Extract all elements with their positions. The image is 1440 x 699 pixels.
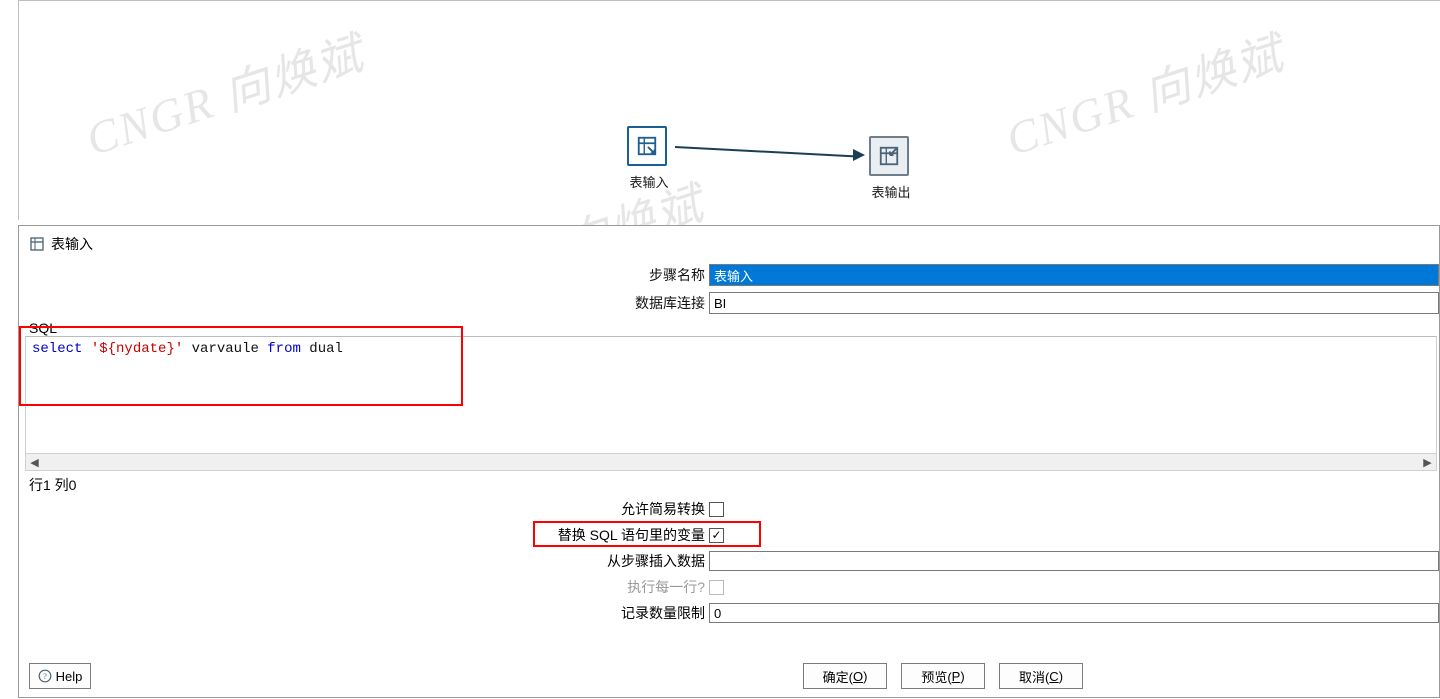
replace-vars-label: 替换 SQL 语句里的变量 (19, 525, 709, 545)
exec-each-row-label: 执行每一行? (19, 577, 709, 597)
allow-lazy-label: 允许简易转换 (19, 499, 709, 519)
allow-lazy-checkbox[interactable] (709, 502, 724, 517)
preview-button[interactable]: 预览(P) (901, 663, 985, 689)
node-table-output[interactable]: 表输出 (869, 136, 909, 176)
cancel-button[interactable]: 取消(C) (999, 663, 1083, 689)
scroll-left-icon[interactable]: ◀ (26, 454, 43, 470)
scroll-right-icon[interactable]: ▶ (1419, 454, 1436, 470)
step-name-label: 步骤名称 (19, 265, 709, 285)
help-button[interactable]: ? Help (29, 663, 91, 689)
replace-vars-checkbox[interactable]: ✓ (709, 528, 724, 543)
node-table-output-label: 表输出 (831, 182, 951, 201)
step-name-input[interactable] (709, 264, 1439, 286)
table-input-icon (636, 135, 658, 157)
sql-section-label: SQL (19, 314, 1439, 336)
cursor-position: 行1 列0 (19, 471, 1439, 495)
table-output-icon (878, 145, 900, 167)
sql-editor[interactable]: select '${nydate}' varvaule from dual (25, 336, 1437, 454)
svg-text:?: ? (43, 672, 47, 681)
help-button-label: Help (56, 669, 83, 684)
insert-from-step-combo[interactable] (709, 551, 1439, 571)
db-connection-input[interactable] (709, 292, 1439, 314)
help-icon: ? (38, 669, 52, 683)
hop-arrow[interactable] (675, 146, 855, 157)
row-limit-input[interactable] (709, 603, 1439, 623)
table-input-icon (29, 236, 45, 252)
dialog-title: 表输入 (19, 226, 1439, 260)
db-connection-label: 数据库连接 (19, 293, 709, 313)
insert-from-step-label: 从步骤插入数据 (19, 551, 709, 571)
sql-horizontal-scrollbar[interactable]: ◀ ▶ (25, 454, 1437, 471)
exec-each-row-checkbox (709, 580, 724, 595)
table-input-dialog: 表输入 步骤名称 数据库连接 SQL select '${nydate}' va… (18, 225, 1440, 698)
ok-button[interactable]: 确定(O) (803, 663, 887, 689)
node-table-input-label: 表输入 (589, 172, 709, 191)
dialog-title-text: 表输入 (51, 234, 93, 254)
node-table-input[interactable]: 表输入 (627, 126, 667, 166)
transformation-canvas[interactable]: 表输入 表输出 (18, 0, 1440, 220)
row-limit-label: 记录数量限制 (19, 603, 709, 623)
hop-arrow-head (853, 149, 865, 161)
